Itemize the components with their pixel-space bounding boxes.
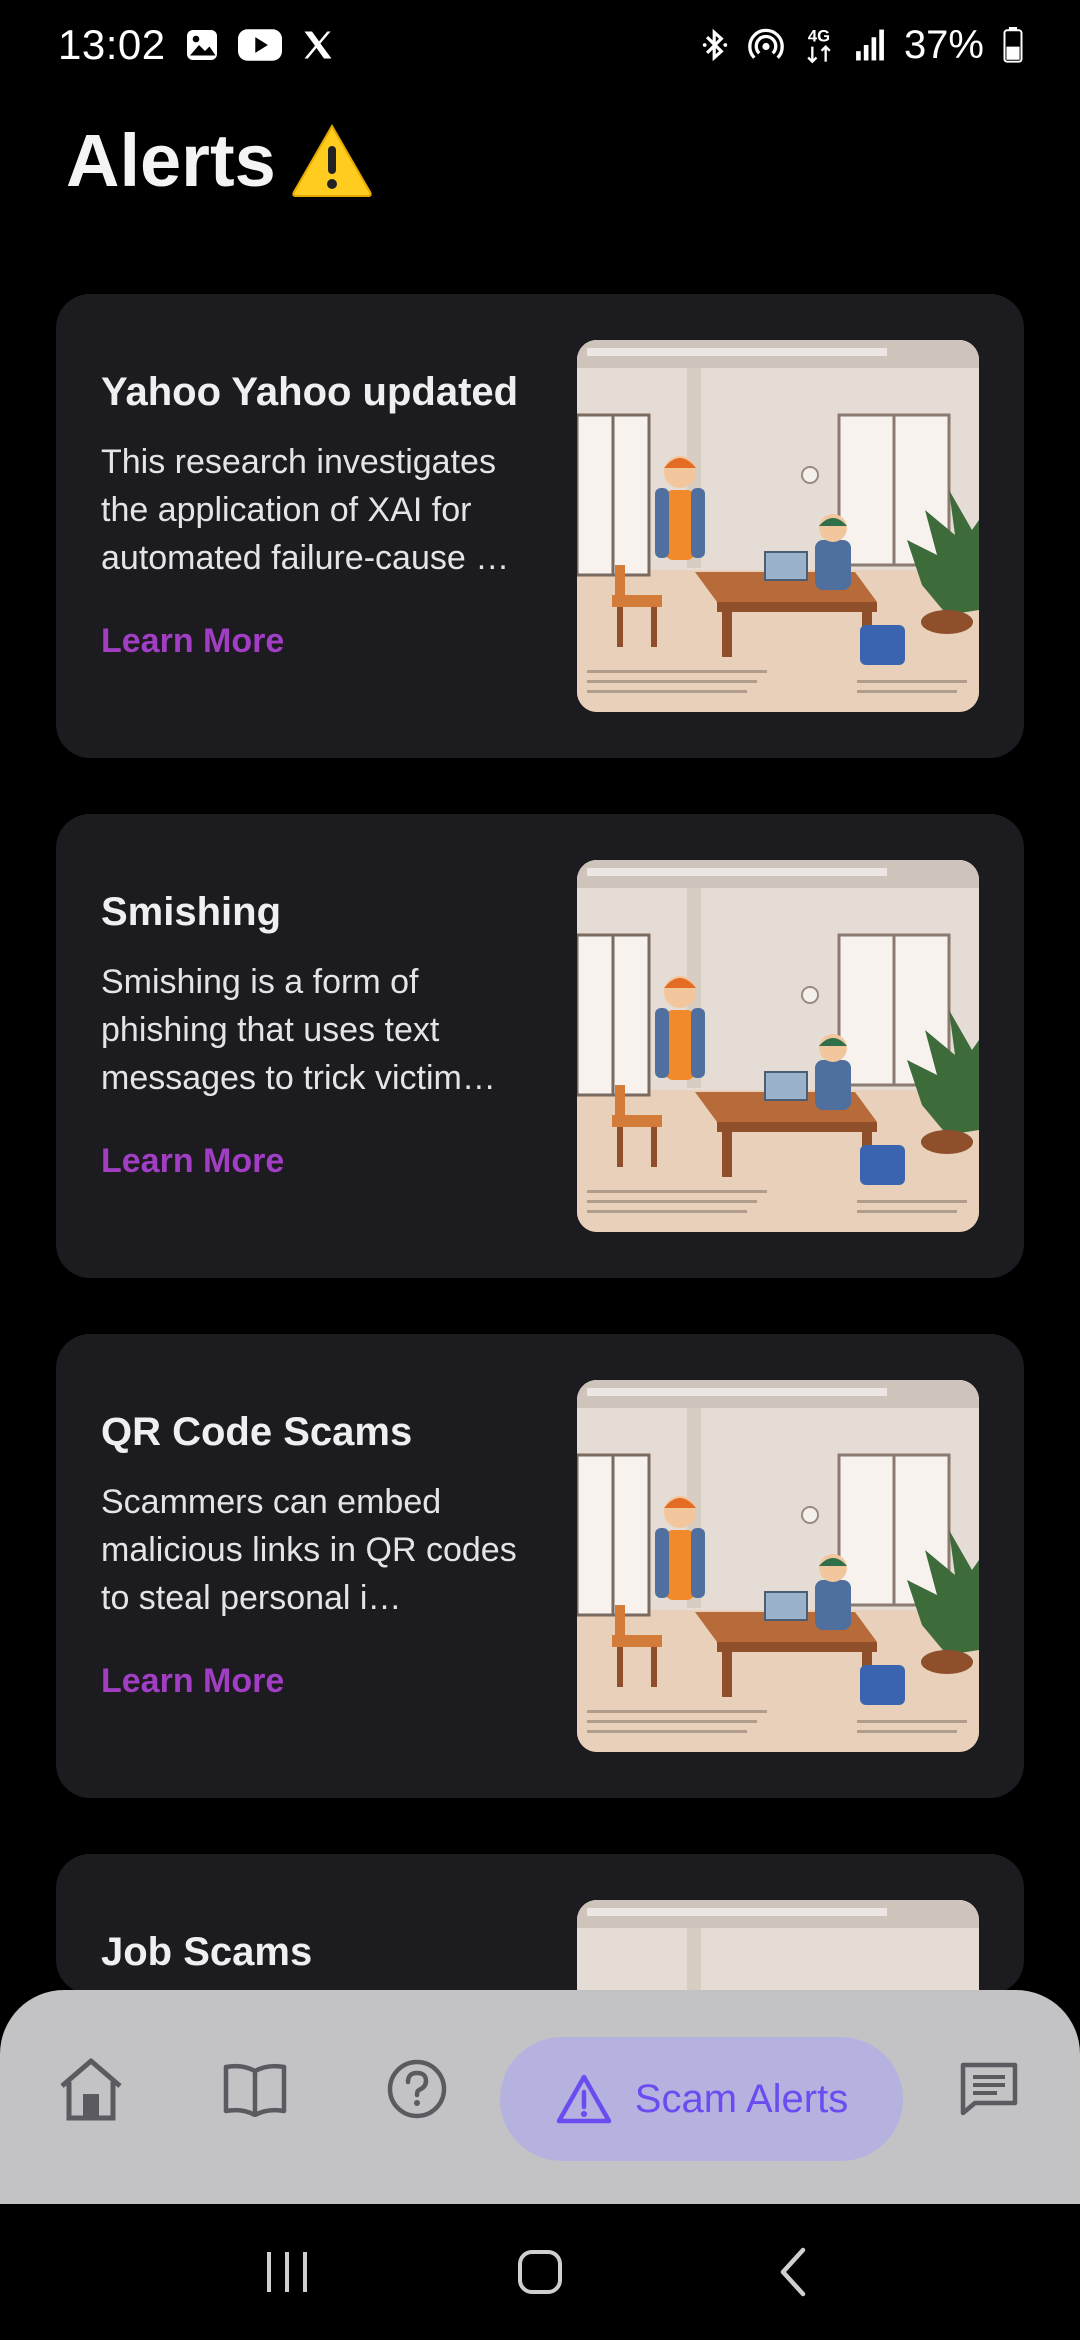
battery-icon bbox=[1002, 27, 1024, 63]
learn-more-link[interactable]: Learn More bbox=[101, 1662, 284, 1701]
alert-illustration bbox=[577, 340, 979, 712]
alert-card[interactable]: Yahoo Yahoo updated This research invest… bbox=[56, 294, 1024, 758]
network-4g-icon: 4G bbox=[802, 25, 836, 65]
bluetooth-icon bbox=[700, 26, 730, 64]
alert-card-text: Smishing Smishing is a form of phishing … bbox=[101, 884, 541, 1181]
battery-percent: 37% bbox=[903, 22, 984, 67]
alert-card-text: QR Code Scams Scammers can embed malicio… bbox=[101, 1404, 541, 1701]
warning-triangle-icon bbox=[556, 2074, 612, 2124]
home-system-button[interactable] bbox=[495, 2227, 585, 2317]
status-bar: 13:02 4G 37% bbox=[0, 0, 1080, 90]
office-illustration-image bbox=[577, 860, 979, 1232]
alert-card[interactable]: Smishing Smishing is a form of phishing … bbox=[56, 814, 1024, 1278]
office-illustration-image bbox=[577, 340, 979, 712]
alert-illustration bbox=[577, 860, 979, 1232]
alert-illustration bbox=[577, 1900, 979, 1994]
page-title: Alerts bbox=[66, 118, 276, 202]
nav-scam-alerts-label: Scam Alerts bbox=[634, 2076, 849, 2121]
header: Alerts bbox=[66, 115, 374, 205]
learn-more-link[interactable]: Learn More bbox=[101, 1142, 284, 1181]
home-square-icon bbox=[517, 2250, 562, 2294]
alert-description: Smishing is a form of phishing that uses… bbox=[101, 963, 496, 1097]
alert-title: QR Code Scams bbox=[101, 1410, 413, 1454]
nav-learn[interactable] bbox=[212, 2034, 298, 2144]
signal-icon bbox=[854, 28, 886, 62]
recent-apps-icon bbox=[266, 2252, 307, 2292]
office-illustration-image bbox=[577, 1900, 979, 1994]
alerts-list: Yahoo Yahoo updated This research invest… bbox=[56, 294, 1024, 1994]
alert-illustration bbox=[577, 1380, 979, 1752]
nav-home[interactable] bbox=[48, 2034, 134, 2144]
alert-card[interactable]: QR Code Scams Scammers can embed malicio… bbox=[56, 1334, 1024, 1798]
alert-card-text: Job Scams bbox=[101, 1924, 541, 1994]
nav-help[interactable] bbox=[374, 2034, 460, 2144]
x-logo-icon bbox=[300, 27, 336, 63]
alert-title: Yahoo Yahoo updated bbox=[101, 370, 519, 414]
office-illustration-image bbox=[577, 1380, 979, 1752]
status-time: 13:02 bbox=[58, 21, 166, 68]
warning-emoji-icon bbox=[290, 122, 374, 198]
learn-more-link[interactable]: Learn More bbox=[101, 622, 284, 661]
alert-title: Job Scams bbox=[101, 1930, 313, 1974]
alert-card[interactable]: Job Scams bbox=[56, 1854, 1024, 1994]
alert-title: Smishing bbox=[101, 890, 282, 934]
recent-apps-button[interactable] bbox=[242, 2227, 332, 2317]
back-system-button[interactable] bbox=[748, 2227, 838, 2317]
gallery-icon bbox=[184, 27, 220, 63]
youtube-icon bbox=[237, 28, 282, 62]
nav-chat[interactable] bbox=[946, 2034, 1032, 2144]
book-icon bbox=[223, 2063, 287, 2117]
alert-card-text: Yahoo Yahoo updated This research invest… bbox=[101, 364, 541, 661]
home-icon bbox=[60, 2058, 122, 2121]
bottom-nav: Scam Alerts bbox=[0, 1990, 1080, 2204]
nav-scam-alerts[interactable]: Scam Alerts bbox=[500, 2037, 903, 2161]
alert-description: This research investigates the applicati… bbox=[101, 443, 510, 577]
status-left: 13:02 bbox=[58, 21, 336, 69]
screen: 13:02 4G 37% Alerts Yahoo Yahoo updated … bbox=[0, 0, 1080, 2340]
chat-icon bbox=[960, 2062, 1018, 2116]
system-nav-bar bbox=[0, 2204, 1080, 2340]
help-circle-icon bbox=[387, 2059, 447, 2119]
status-right: 4G 37% bbox=[700, 23, 1024, 68]
back-chevron-icon bbox=[781, 2247, 806, 2297]
alert-description: Scammers can embed malicious links in QR… bbox=[101, 1483, 517, 1617]
network-label: 4G bbox=[808, 27, 830, 46]
hotspot-icon bbox=[748, 27, 784, 63]
